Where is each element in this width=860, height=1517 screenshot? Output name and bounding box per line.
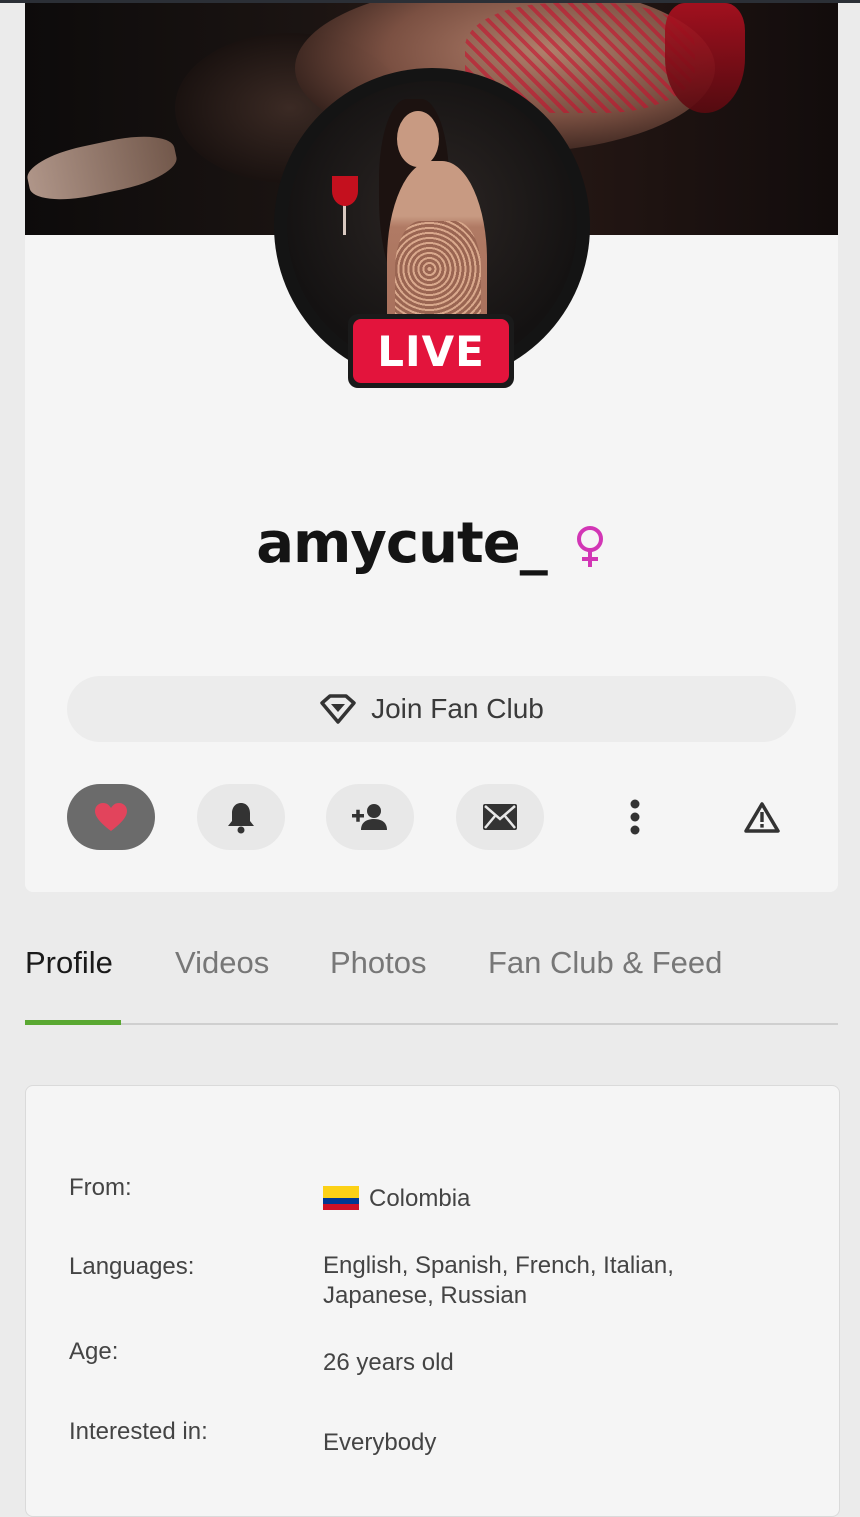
tab-videos[interactable]: Videos (175, 945, 269, 995)
profile-info-card: From: Colombia Languages: English, Spani… (25, 1085, 840, 1517)
add-user-icon (352, 804, 387, 830)
message-button[interactable] (456, 784, 544, 850)
languages-line-2: Japanese, Russian (323, 1282, 528, 1309)
age-value: 26 years old (323, 1349, 454, 1376)
join-fan-club-button[interactable]: Join Fan Club (67, 676, 796, 742)
tab-profile-label: Profile (25, 945, 113, 980)
from-value: Colombia (323, 1184, 743, 1214)
more-options-button[interactable] (591, 784, 679, 850)
live-badge-label: LIVE (353, 319, 509, 383)
profile-header-card: LIVE amycute_ Join Fan Club (25, 3, 838, 892)
notify-button[interactable] (197, 784, 285, 850)
username: amycute_ (256, 510, 547, 576)
tab-fan-club-feed-label: Fan Club & Feed (488, 945, 723, 980)
tab-videos-label: Videos (175, 945, 270, 980)
from-label: From: (69, 1174, 132, 1201)
tab-profile[interactable]: Profile (25, 945, 113, 995)
tab-photos[interactable]: Photos (330, 945, 427, 995)
active-tab-indicator (25, 1020, 121, 1025)
colombia-flag-icon (323, 1186, 359, 1210)
interested-value: Everybody (323, 1429, 437, 1456)
interested-label: Interested in: (69, 1418, 208, 1445)
live-badge[interactable]: LIVE (348, 314, 514, 388)
tab-fan-club-feed[interactable]: Fan Club & Feed (488, 945, 722, 995)
username-row: amycute_ (25, 503, 838, 583)
tab-photos-label: Photos (330, 945, 427, 980)
bell-icon (228, 803, 254, 834)
country-name: Colombia (369, 1185, 471, 1212)
languages-line-1: English, Spanish, French, Italian, (323, 1252, 674, 1279)
profile-tabs: Profile Videos Photos Fan Club & Feed (25, 945, 838, 1025)
envelope-icon (483, 804, 517, 830)
warning-icon (744, 802, 780, 833)
diamond-icon (320, 694, 356, 724)
more-vertical-icon (630, 799, 640, 835)
female-symbol-icon (576, 526, 603, 567)
favorite-button[interactable] (67, 784, 155, 850)
languages-label: Languages: (69, 1253, 195, 1280)
report-button[interactable] (718, 784, 806, 850)
add-friend-button[interactable] (326, 784, 414, 850)
join-fan-club-label: Join Fan Club (371, 693, 544, 724)
heart-icon (95, 803, 127, 831)
action-bar (67, 784, 796, 850)
languages-value: English, Spanish, French, Italian, Japan… (323, 1251, 743, 1311)
age-label: Age: (69, 1338, 119, 1365)
